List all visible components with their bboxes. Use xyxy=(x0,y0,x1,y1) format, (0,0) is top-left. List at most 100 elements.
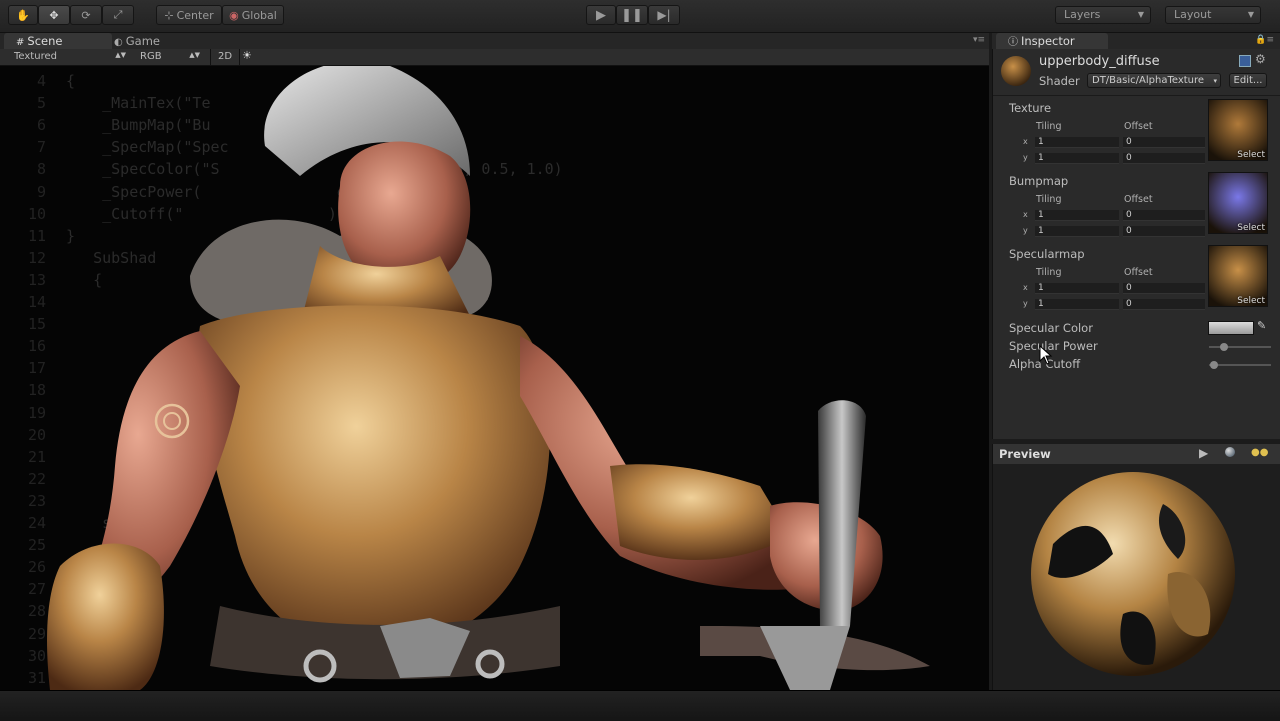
color-mode-dropdown[interactable]: RGB ▲▼ xyxy=(140,51,204,62)
alpha-cutoff-slider[interactable] xyxy=(1209,361,1271,369)
panel-menu-icon[interactable]: ▾≡ xyxy=(973,35,985,45)
shader-value: DT/Basic/AlphaTexture xyxy=(1092,75,1205,86)
gear-icon[interactable]: ⚙ xyxy=(1255,52,1266,66)
move-tool-button[interactable]: ✥ xyxy=(38,5,70,25)
mode-2d-label: 2D xyxy=(217,51,233,62)
main-toolbar: ✋ ✥ ⟳ ⤢ ⊹ Center ◉ Global ▶ ❚❚ ▶| Layers… xyxy=(0,0,1280,33)
render-mode-label: Textured xyxy=(14,51,57,62)
pause-icon: ❚❚ xyxy=(621,7,643,23)
tiling-x-field[interactable]: 1 xyxy=(1035,283,1119,294)
chevron-down-icon: ▲▼ xyxy=(189,51,200,59)
y-label: y xyxy=(1023,299,1028,308)
slider-knob[interactable] xyxy=(1219,343,1228,351)
render-mode-dropdown[interactable]: Textured ▲▼ xyxy=(14,51,132,62)
tiling-x-field[interactable]: 1 xyxy=(1035,137,1119,148)
offset-y-field[interactable]: 0 xyxy=(1123,299,1205,310)
shader-dropdown[interactable]: DT/Basic/AlphaTexture ▾ xyxy=(1087,73,1221,88)
status-bar xyxy=(0,690,1280,721)
select-texture-button[interactable]: Select xyxy=(1237,223,1265,233)
preview-title: Preview xyxy=(999,447,1051,461)
specular-color-swatch[interactable] xyxy=(1208,321,1254,335)
offset-y-field[interactable]: 0 xyxy=(1123,226,1205,237)
cursor-icon xyxy=(1039,345,1053,365)
texture-slot-label: Bumpmap xyxy=(1009,174,1069,188)
sun-icon: ☀ xyxy=(242,49,252,62)
specular-power-label: Specular Power xyxy=(1009,339,1098,353)
offset-x-field[interactable]: 0 xyxy=(1123,283,1205,294)
rotate-icon: ⟳ xyxy=(81,8,91,22)
offset-x-field[interactable]: 0 xyxy=(1123,137,1205,148)
grid-icon: # xyxy=(16,37,25,48)
specular-power-slider[interactable] xyxy=(1209,343,1271,351)
pivot-label: Center xyxy=(176,8,214,22)
tab-scene[interactable]: # Scene xyxy=(4,33,112,49)
specular-color-label: Specular Color xyxy=(1009,321,1093,335)
tiling-label: Tiling xyxy=(1036,267,1062,278)
material-name: upperbody_diffuse xyxy=(1039,54,1160,69)
select-texture-button[interactable]: Select xyxy=(1237,296,1265,306)
lock-icon[interactable]: 🔒≡ xyxy=(1255,35,1274,45)
offset-label: Offset xyxy=(1124,194,1153,205)
slider-knob[interactable] xyxy=(1210,361,1219,369)
inspector-panel: upperbody_diffuse ⚙ Shader DT/Basic/Alph… xyxy=(992,49,1280,439)
hand-tool-button[interactable]: ✋ xyxy=(8,5,38,25)
edit-shader-button[interactable]: Edit... xyxy=(1229,73,1267,88)
eyedropper-icon[interactable]: ✎ xyxy=(1257,319,1266,332)
play-icon[interactable]: ▶ xyxy=(1199,446,1208,460)
scale-tool-button[interactable]: ⤢ xyxy=(102,5,134,25)
scene-lighting-toggle[interactable]: ☀ xyxy=(242,49,252,62)
y-label: y xyxy=(1023,226,1028,235)
material-preview-icon xyxy=(1001,56,1031,86)
tiling-x-field[interactable]: 1 xyxy=(1035,210,1119,221)
layout-dropdown[interactable]: Layout ▼ xyxy=(1165,6,1261,24)
light-toggle-icon[interactable]: ●● xyxy=(1251,447,1268,458)
color-mode-label: RGB xyxy=(140,51,162,62)
select-texture-button[interactable]: Select xyxy=(1237,150,1265,160)
scene-tab-bar: # Scene ◐ Game ▾≡ xyxy=(0,33,989,49)
tab-game-label: Game xyxy=(125,34,160,48)
preview-header: Preview ▶ ●● xyxy=(992,444,1280,464)
game-icon: ◐ xyxy=(114,37,123,48)
tab-inspector-label: Inspector xyxy=(1021,34,1075,48)
offset-x-field[interactable]: 0 xyxy=(1123,210,1205,221)
space-toggle[interactable]: ◉ Global xyxy=(222,5,284,25)
tab-inspector[interactable]: ⓘ Inspector xyxy=(996,33,1108,49)
info-icon: ⓘ xyxy=(1008,37,1018,48)
pause-button[interactable]: ❚❚ xyxy=(616,5,648,25)
x-label: x xyxy=(1023,210,1028,219)
texture-thumbnail[interactable]: Select xyxy=(1208,245,1268,307)
x-label: x xyxy=(1023,283,1028,292)
hand-icon: ✋ xyxy=(16,8,30,22)
tiling-label: Tiling xyxy=(1036,194,1062,205)
rotate-tool-button[interactable]: ⟳ xyxy=(70,5,102,25)
step-button[interactable]: ▶| xyxy=(648,5,680,25)
scene-viewport[interactable]: 4{5 _MainTex("Te 6 _BumpMap("Bu 7 _SpecMap… xyxy=(0,66,989,690)
character-render xyxy=(47,66,930,690)
tiling-y-field[interactable]: 1 xyxy=(1035,299,1119,310)
tab-game[interactable]: ◐ Game xyxy=(102,33,194,49)
edit-label: Edit... xyxy=(1233,75,1263,86)
tiling-y-field[interactable]: 1 xyxy=(1035,226,1119,237)
scene-control-bar: Textured ▲▼ RGB ▲▼ 2D ☀ xyxy=(0,49,989,66)
material-preview[interactable] xyxy=(992,464,1280,690)
chevron-down-icon: ▼ xyxy=(1247,10,1254,19)
offset-label: Offset xyxy=(1124,121,1153,132)
space-label: Global xyxy=(241,8,277,22)
chevron-down-icon: ▾ xyxy=(1213,77,1217,85)
play-button[interactable]: ▶ xyxy=(586,5,616,25)
step-icon: ▶| xyxy=(657,8,671,22)
help-icon[interactable] xyxy=(1239,55,1251,67)
mode-2d-toggle[interactable]: 2D xyxy=(210,49,240,65)
pivot-toggle[interactable]: ⊹ Center xyxy=(156,5,222,25)
layers-dropdown[interactable]: Layers ▼ xyxy=(1055,6,1151,24)
sphere-mesh-icon[interactable] xyxy=(1225,447,1235,457)
tiling-y-field[interactable]: 1 xyxy=(1035,153,1119,164)
scale-icon: ⤢ xyxy=(113,8,123,21)
globe-icon: ◉ xyxy=(229,8,239,22)
offset-label: Offset xyxy=(1124,267,1153,278)
offset-y-field[interactable]: 0 xyxy=(1123,153,1205,164)
texture-thumbnail[interactable]: Select xyxy=(1208,99,1268,161)
shader-label: Shader xyxy=(1039,74,1080,88)
texture-thumbnail[interactable]: Select xyxy=(1208,172,1268,234)
chevron-down-icon: ▼ xyxy=(1137,10,1144,19)
